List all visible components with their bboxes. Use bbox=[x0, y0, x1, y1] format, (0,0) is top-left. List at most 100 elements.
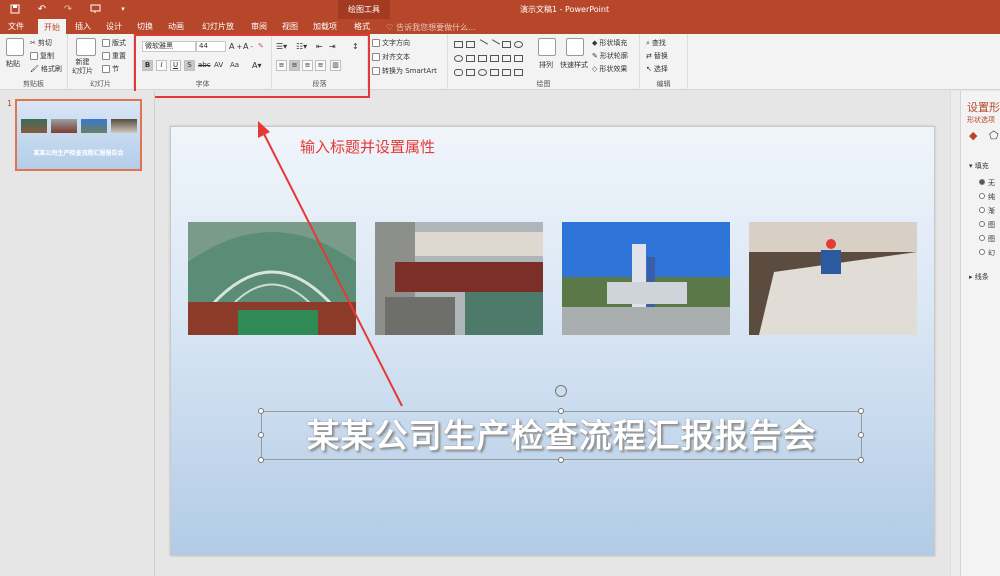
photo-conveyor-shed[interactable] bbox=[188, 222, 356, 335]
arrange-icon[interactable] bbox=[538, 38, 556, 56]
photo-rotary-kiln[interactable] bbox=[375, 222, 543, 335]
paste-label[interactable]: 粘贴 bbox=[6, 59, 20, 69]
shape-brace[interactable] bbox=[502, 69, 511, 76]
shape-lbrace[interactable] bbox=[466, 69, 475, 76]
layout-button[interactable]: 版式 bbox=[102, 38, 126, 48]
shape-textbox[interactable] bbox=[466, 41, 475, 48]
shape-oval[interactable] bbox=[514, 41, 523, 48]
ribbon-tabs: 文件 开始 插入 设计 切换 动画 幻灯片放映 审阅 视图 加载项 格式 ♡ 告… bbox=[0, 19, 1000, 46]
shape-arc[interactable] bbox=[478, 69, 487, 76]
shape-curve[interactable] bbox=[454, 69, 463, 76]
rotate-handle-icon[interactable] bbox=[555, 385, 567, 397]
tell-me-text: 告诉我您想要做什么... bbox=[396, 22, 476, 32]
select-button[interactable]: ↖ 选择 bbox=[646, 64, 668, 74]
fill-option-pattern[interactable]: 图 bbox=[979, 234, 995, 244]
align-text-button[interactable]: 对齐文本 bbox=[372, 52, 410, 62]
fill-option-picture[interactable]: 图 bbox=[979, 220, 995, 230]
shape-rect-2[interactable] bbox=[502, 41, 511, 48]
replace-button[interactable]: ⇄ 替换 bbox=[646, 51, 668, 61]
tab-format[interactable]: 格式 bbox=[350, 19, 374, 34]
fill-option-solid[interactable]: 纯 bbox=[979, 192, 995, 202]
quick-styles-icon[interactable] bbox=[566, 38, 584, 56]
line-section[interactable]: ▸ 线条 bbox=[969, 272, 989, 282]
clipboard-group-label: 剪贴板 bbox=[23, 80, 44, 88]
reset-button[interactable]: 重置 bbox=[102, 51, 126, 61]
from-beginning-icon[interactable] bbox=[88, 2, 102, 16]
smartart-label: 转换为 SmartArt bbox=[382, 67, 437, 75]
tab-file[interactable]: 文件 bbox=[5, 19, 27, 34]
shape-outline-button[interactable]: ✎ 形状轮廓 bbox=[592, 51, 628, 61]
radio-icon bbox=[979, 207, 985, 213]
shape-right-arrow[interactable] bbox=[502, 55, 511, 62]
slide-canvas[interactable] bbox=[170, 126, 935, 556]
shape-star[interactable] bbox=[514, 69, 523, 76]
shape-arrow[interactable] bbox=[488, 39, 501, 50]
undo-icon[interactable]: ↶ bbox=[34, 2, 50, 16]
fill-option-slide[interactable]: 幻 bbox=[979, 248, 995, 258]
new-slide-label[interactable]: 新建 幻灯片 bbox=[72, 58, 93, 76]
shape-squiggle[interactable] bbox=[490, 69, 499, 76]
tab-slideshow[interactable]: 幻灯片放映 bbox=[197, 19, 239, 46]
shape-options-tab[interactable]: 形状选项 bbox=[967, 115, 995, 125]
fill-line-icon[interactable]: ◆ bbox=[969, 129, 977, 142]
slide-number: 1 bbox=[7, 99, 13, 108]
drawing-group-label: 绘图 bbox=[536, 80, 551, 88]
thumb-image-3 bbox=[81, 119, 107, 133]
document-title: 演示文稿1 - PowerPoint bbox=[520, 5, 610, 14]
shape-up-arrow[interactable] bbox=[514, 55, 523, 62]
find-button[interactable]: ⌕ 查找 bbox=[646, 38, 666, 48]
shape-fill-button[interactable]: ◆ 形状填充 bbox=[592, 38, 627, 48]
text-direction-button[interactable]: 文字方向 bbox=[372, 38, 410, 48]
slides-group-label: 幻灯片 bbox=[90, 80, 111, 88]
tab-view[interactable]: 视图 bbox=[279, 19, 301, 34]
fill-option-gradient[interactable]: 渐 bbox=[979, 206, 995, 216]
tab-addins[interactable]: 加载项 bbox=[310, 19, 340, 34]
photo-mill-worker[interactable] bbox=[749, 222, 917, 335]
tab-home[interactable]: 开始 bbox=[38, 19, 66, 34]
tab-design[interactable]: 设计 bbox=[103, 19, 125, 34]
new-slide-icon[interactable] bbox=[76, 38, 96, 56]
text-direction-icon bbox=[372, 39, 380, 47]
section-button[interactable]: 节 bbox=[102, 64, 119, 74]
pen-icon: ✎ bbox=[592, 52, 598, 60]
tab-transitions[interactable]: 切换 bbox=[134, 19, 156, 34]
copy-icon bbox=[30, 52, 38, 60]
shape-circle[interactable] bbox=[454, 55, 463, 62]
shape-effects-button[interactable]: ◇ 形状效果 bbox=[592, 64, 627, 74]
thumbnail-title: 某某公司生产检查流程汇报报告会 bbox=[33, 150, 124, 157]
shape-triangle[interactable] bbox=[466, 55, 475, 62]
tab-insert[interactable]: 插入 bbox=[72, 19, 94, 34]
tab-animations[interactable]: 动画 bbox=[165, 19, 187, 34]
format-painter-button[interactable]: 🖌 格式刷 bbox=[30, 64, 62, 74]
vertical-scrollbar[interactable] bbox=[950, 91, 960, 576]
shape-elbow[interactable] bbox=[478, 55, 487, 62]
title-bar: ↶ ↷ ▾ 绘图工具 演示文稿1 - PowerPoint bbox=[0, 0, 1000, 19]
radio-icon bbox=[979, 193, 985, 199]
shape-bracket[interactable] bbox=[490, 55, 499, 62]
fill-section[interactable]: ▾ 填充 bbox=[969, 161, 989, 171]
slide-thumbnail[interactable]: 某某公司生产检查流程汇报报告会 bbox=[15, 99, 142, 171]
fill-option-none[interactable]: 无 bbox=[979, 178, 995, 188]
slides-group: 新建 幻灯片 版式 重置 节 幻灯片 bbox=[68, 34, 134, 90]
paste-icon[interactable] bbox=[6, 38, 24, 56]
quick-styles-label[interactable]: 快速样式 bbox=[560, 60, 588, 70]
fill-option-label: 幻 bbox=[988, 249, 995, 257]
copy-button[interactable]: 复制 bbox=[30, 51, 54, 61]
cut-button[interactable]: ✂ 剪切 bbox=[30, 38, 52, 48]
save-icon[interactable] bbox=[8, 2, 22, 16]
search-icon: ⌕ bbox=[646, 38, 650, 47]
editing-group-label: 编辑 bbox=[656, 80, 671, 88]
shape-rect[interactable] bbox=[454, 41, 463, 48]
drawing-group: 排列 快速样式 ◆ 形状填充 ✎ 形状轮廓 ◇ 形状效果 绘图 bbox=[448, 34, 640, 90]
redo-icon[interactable]: ↷ bbox=[62, 2, 74, 16]
effects-tab-icon[interactable]: ⬠ bbox=[989, 129, 999, 142]
photo-cement-plant[interactable] bbox=[562, 222, 730, 335]
select-icon: ↖ bbox=[646, 65, 652, 73]
shape-line[interactable] bbox=[476, 39, 489, 50]
smartart-button[interactable]: 转换为 SmartArt bbox=[372, 66, 437, 76]
slide-title[interactable]: 某某公司生产检查流程汇报报告会 bbox=[261, 411, 862, 460]
arrange-label[interactable]: 排列 bbox=[539, 60, 553, 70]
tab-review[interactable]: 审阅 bbox=[248, 19, 270, 34]
customize-qat-icon[interactable]: ▾ bbox=[118, 2, 128, 16]
tell-me-box[interactable]: ♡ 告诉我您想要做什么... bbox=[386, 21, 476, 33]
